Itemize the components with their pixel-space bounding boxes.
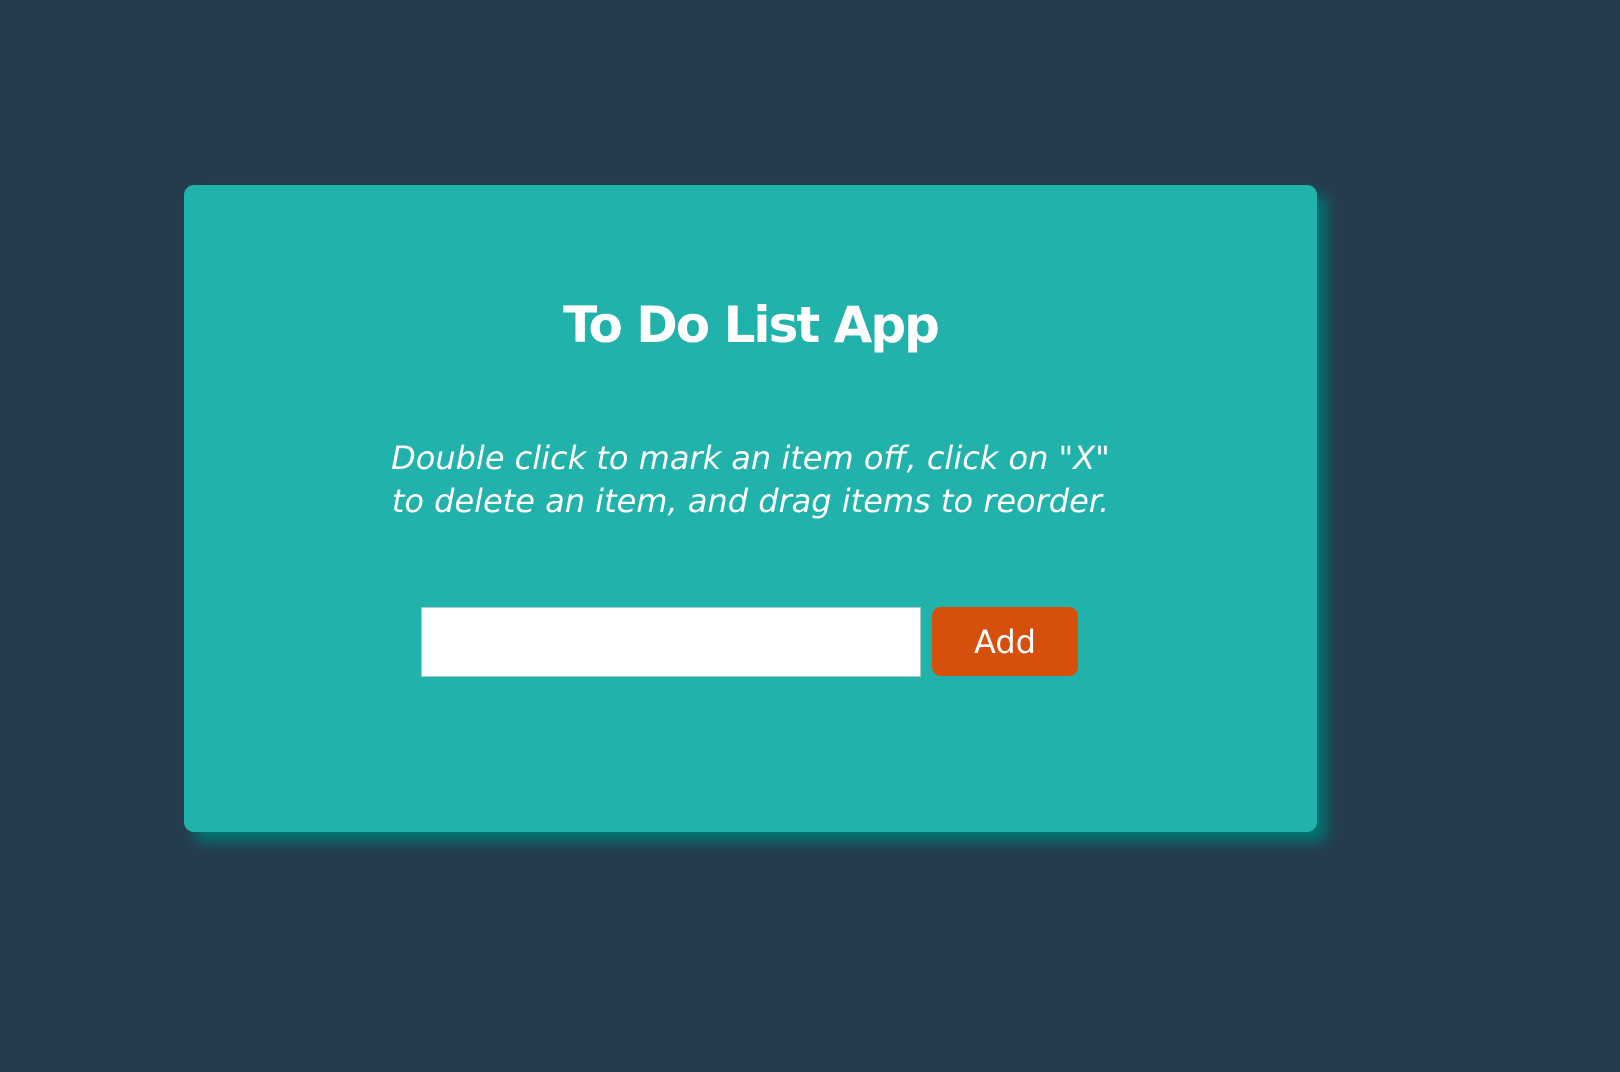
app-title: To Do List App [563, 296, 940, 354]
instructions-text: Double click to mark an item off, click … [391, 439, 1110, 520]
todo-card: To Do List App Double click to mark an i… [184, 185, 1317, 832]
add-button[interactable]: Add [932, 607, 1078, 676]
new-item-input[interactable] [421, 607, 921, 677]
page-background: To Do List App Double click to mark an i… [0, 0, 1620, 1072]
